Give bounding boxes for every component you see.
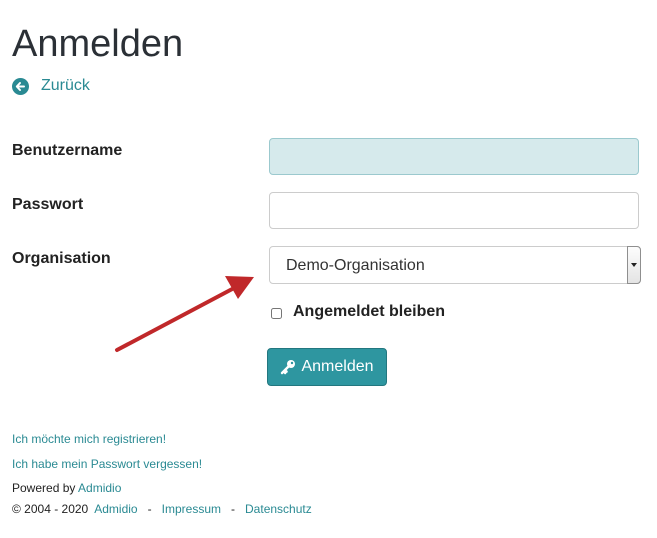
password-input[interactable] xyxy=(269,192,639,229)
footer-separator: - xyxy=(231,502,235,516)
powered-by: Powered by Admidio xyxy=(12,481,121,495)
chevron-down-icon[interactable] xyxy=(627,246,641,284)
back-link[interactable]: Zurück xyxy=(12,76,90,96)
password-label: Passwort xyxy=(12,196,84,213)
back-link-label: Zurück xyxy=(41,77,90,94)
login-button[interactable]: Anmelden xyxy=(267,348,387,386)
forgot-password-link[interactable]: Ich habe mein Passwort vergessen! xyxy=(12,457,202,471)
privacy-link[interactable]: Datenschutz xyxy=(245,502,312,516)
page-title: Anmelden xyxy=(12,23,184,65)
key-icon xyxy=(280,359,296,375)
imprint-link[interactable]: Impressum xyxy=(162,502,221,516)
username-input[interactable] xyxy=(269,138,639,175)
admidio-link[interactable]: Admidio xyxy=(78,481,121,495)
login-button-label: Anmelden xyxy=(301,358,374,375)
footer-separator: - xyxy=(147,502,152,516)
organization-label: Organisation xyxy=(12,250,111,267)
remember-me-checkbox[interactable] xyxy=(271,308,282,319)
organization-select-value: Demo-Organisation xyxy=(286,257,425,274)
copyright-text: © 2004 - 2020 xyxy=(12,502,89,516)
register-link[interactable]: Ich möchte mich registrieren! xyxy=(12,432,166,446)
organization-select[interactable]: Demo-Organisation xyxy=(269,246,641,284)
username-label: Benutzername xyxy=(12,142,123,159)
powered-by-text: Powered by xyxy=(12,481,76,495)
arrow-circle-left-icon xyxy=(12,77,29,95)
copyright-admidio-link[interactable]: Admidio xyxy=(94,502,137,516)
remember-me-label[interactable]: Angemeldet bleiben xyxy=(293,303,445,321)
copyright-line: © 2004 - 2020 Admidio - Impressum - Date… xyxy=(12,502,312,516)
